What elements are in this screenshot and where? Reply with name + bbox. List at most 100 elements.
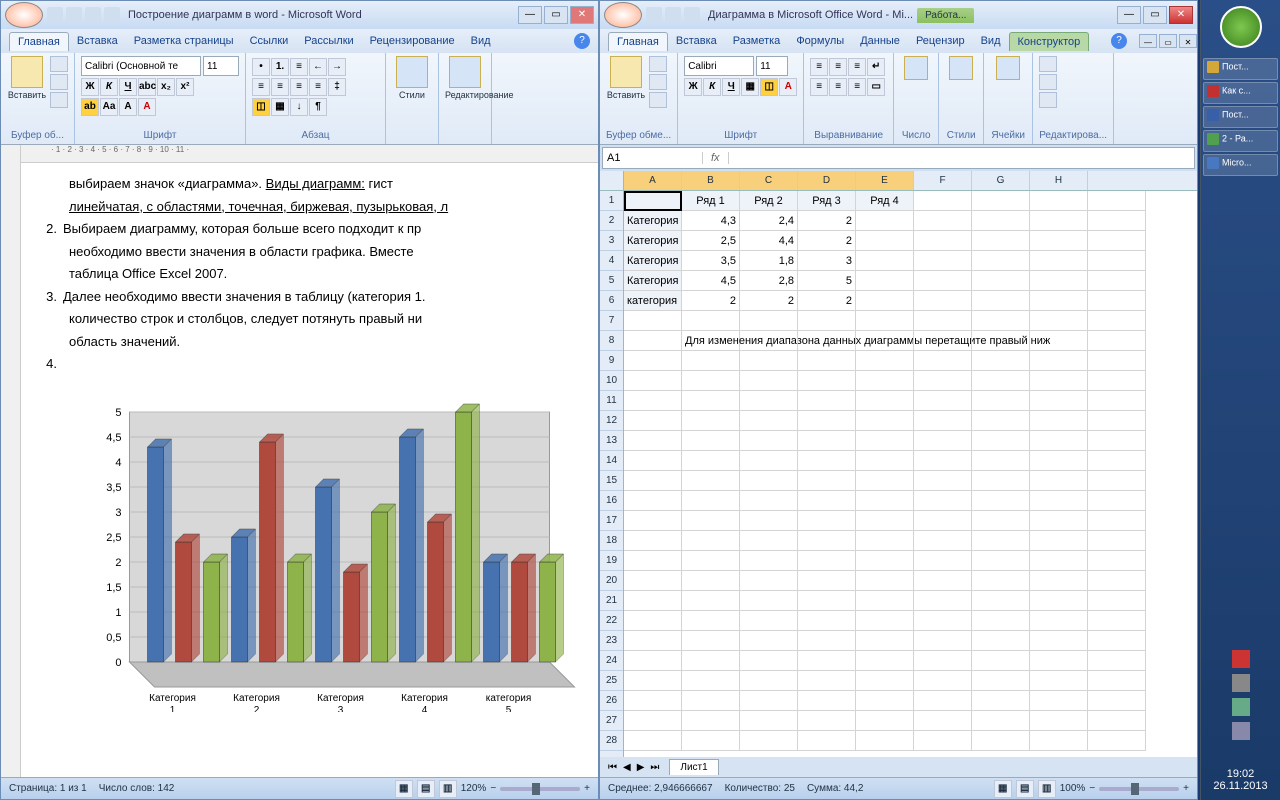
cell[interactable] [1088,471,1146,491]
save-icon[interactable] [646,7,662,23]
cell[interactable] [914,611,972,631]
page-status[interactable]: Страница: 1 из 1 [9,783,87,794]
row-header[interactable]: 18 [600,531,623,551]
cell[interactable] [914,591,972,611]
cell[interactable] [972,491,1030,511]
align-top-button[interactable]: ≡ [810,58,828,76]
row-header[interactable]: 12 [600,411,623,431]
cell[interactable]: Ряд 3 [798,191,856,211]
cell[interactable] [1030,511,1088,531]
cell[interactable]: Категория 1 [624,211,682,231]
excel-titlebar[interactable]: Диаграмма в Microsoft Office Word - Mi..… [600,1,1197,29]
cell[interactable] [798,571,856,591]
cell[interactable] [1030,391,1088,411]
row-header[interactable]: 22 [600,611,623,631]
cell[interactable] [914,451,972,471]
cell[interactable] [856,491,914,511]
row-header[interactable]: 24 [600,651,623,671]
cell[interactable] [1088,411,1146,431]
chart-object[interactable]: 00,511,522,533,544,55Категория1Категория… [41,392,578,712]
cell[interactable] [914,671,972,691]
tab-design[interactable]: Конструктор [1009,32,1090,51]
cell[interactable] [798,591,856,611]
system-clock[interactable]: 19:02 26.11.2013 [1201,768,1280,792]
align-left-button[interactable]: ≡ [252,78,270,96]
format-painter-icon[interactable] [50,92,68,108]
autosum-icon[interactable] [1039,56,1057,72]
column-header[interactable]: B [682,171,740,190]
format-painter-icon[interactable] [649,92,667,108]
cell[interactable] [1088,451,1146,471]
cell[interactable] [856,371,914,391]
cell[interactable] [856,631,914,651]
cell[interactable] [740,371,798,391]
cell[interactable]: 2 [798,291,856,311]
cell[interactable] [856,691,914,711]
font-color-button[interactable]: A [779,78,797,96]
fill-icon[interactable] [1039,74,1057,90]
row-header[interactable]: 20 [600,571,623,591]
taskbar-item[interactable]: Пост... [1203,58,1278,80]
cell[interactable] [624,671,682,691]
cell[interactable] [740,391,798,411]
cell[interactable] [1030,411,1088,431]
cell[interactable] [1088,431,1146,451]
cell[interactable] [856,331,914,351]
word-titlebar[interactable]: Построение диаграмм в word - Microsoft W… [1,1,598,29]
column-header[interactable]: G [972,171,1030,190]
cell[interactable]: 4,3 [682,211,740,231]
tab-formulas[interactable]: Формулы [788,32,852,50]
cell[interactable]: 4,5 [682,271,740,291]
cell[interactable] [798,391,856,411]
cell[interactable] [682,691,740,711]
cell[interactable] [682,531,740,551]
taskbar-item[interactable]: 2 - Ра... [1203,130,1278,152]
cell[interactable] [972,211,1030,231]
cell[interactable] [624,571,682,591]
help-icon[interactable]: ? [1111,33,1127,49]
cell[interactable] [624,411,682,431]
cell[interactable] [740,711,798,731]
font-size-combo[interactable]: 11 [203,56,239,76]
zoom-slider[interactable] [500,787,580,791]
paste-button[interactable]: Вставить [7,56,47,116]
cell[interactable] [798,351,856,371]
cell[interactable] [972,711,1030,731]
cell[interactable] [1030,551,1088,571]
cell[interactable] [740,411,798,431]
cell[interactable] [1088,251,1146,271]
cell[interactable] [856,551,914,571]
cell[interactable] [798,691,856,711]
cell[interactable] [972,731,1030,751]
cell[interactable] [914,511,972,531]
cell[interactable] [1030,331,1088,351]
cell[interactable] [624,331,682,351]
bold-button[interactable]: Ж [684,78,702,96]
cell[interactable] [798,631,856,651]
cell[interactable] [1088,371,1146,391]
zoom-level[interactable]: 100% [1060,783,1086,794]
shading-button[interactable]: ◫ [252,98,270,116]
cell[interactable] [914,431,972,451]
cell[interactable] [1088,731,1146,751]
cell[interactable] [682,671,740,691]
cell[interactable] [740,571,798,591]
cell[interactable] [798,311,856,331]
cell[interactable] [682,491,740,511]
cell[interactable] [856,271,914,291]
cell[interactable] [1088,331,1146,351]
view-normal-button[interactable]: ▦ [994,780,1012,798]
cell[interactable] [798,431,856,451]
column-header[interactable]: F [914,171,972,190]
minimize-button[interactable]: — [518,6,542,24]
cell[interactable]: категория 5 [624,291,682,311]
column-header[interactable]: D [798,171,856,190]
cell[interactable] [972,311,1030,331]
font-color-button[interactable]: A [138,98,156,116]
cell[interactable] [914,411,972,431]
clear-icon[interactable] [1039,92,1057,108]
cell[interactable] [798,331,856,351]
sheet-nav-first-icon[interactable]: ⏮ [608,762,617,773]
cell[interactable] [914,491,972,511]
cell[interactable] [624,531,682,551]
